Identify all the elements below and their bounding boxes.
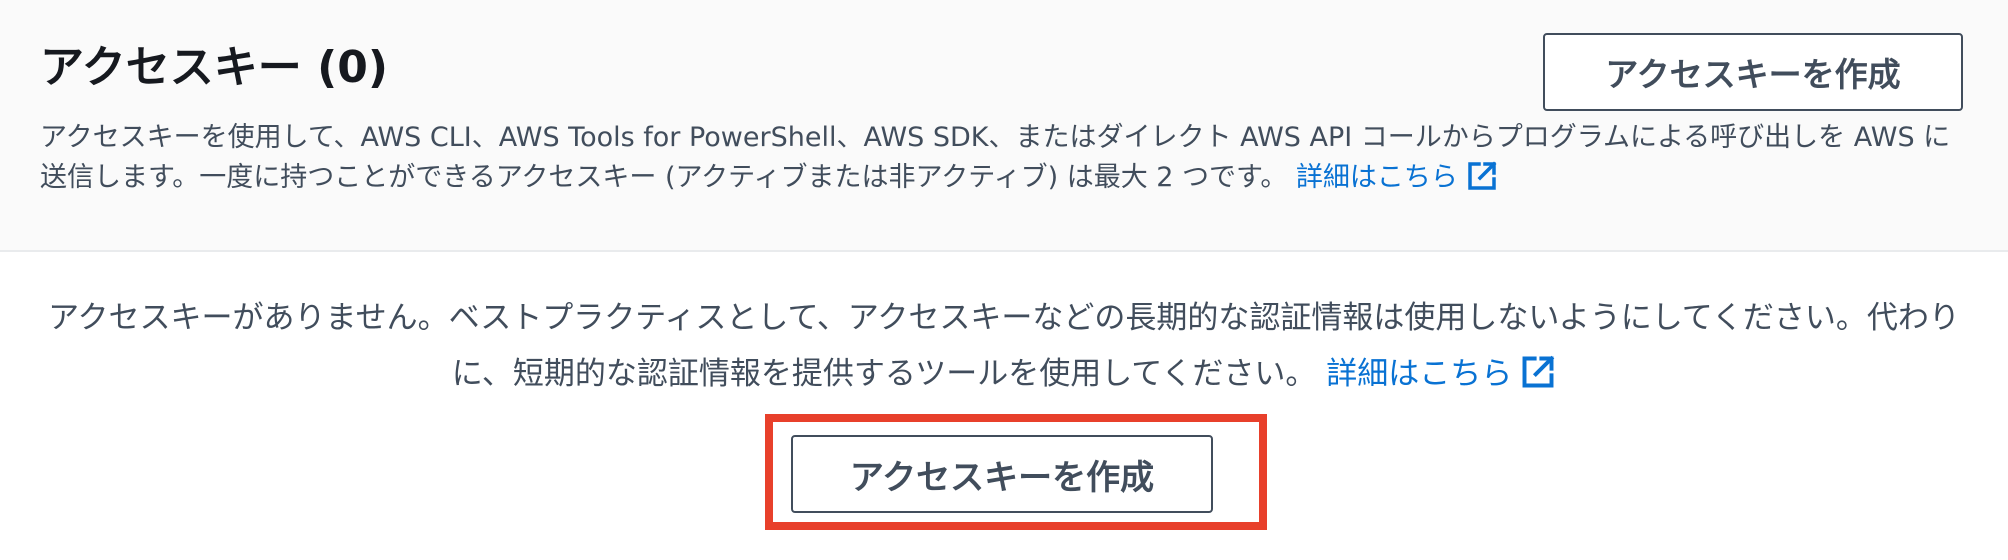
header-description: アクセスキーを使用して、AWS CLI、AWS Tools for PowerS… <box>40 118 1970 204</box>
header-learn-more-link[interactable]: 詳細はこちら <box>1295 161 1498 193</box>
header-description-text: アクセスキーを使用して、AWS CLI、AWS Tools for PowerS… <box>40 122 1951 193</box>
create-access-key-button[interactable]: アクセスキーを作成 <box>791 435 1213 513</box>
empty-state-message: アクセスキーがありません。ベストプラクティスとして、アクセスキーなどの長期的な認… <box>40 290 1968 408</box>
page-title: アクセスキー (0) <box>40 42 388 93</box>
external-link-icon <box>1520 352 1556 408</box>
empty-state-learn-more-link[interactable]: 詳細はこちら <box>1326 355 1556 392</box>
external-link-icon <box>1466 160 1498 204</box>
create-access-key-header-button[interactable]: アクセスキーを作成 <box>1543 33 1963 111</box>
empty-state-learn-more-label: 詳細はこちら <box>1326 356 1513 392</box>
header-learn-more-label: 詳細はこちら <box>1295 162 1458 193</box>
empty-state-text: アクセスキーがありません。ベストプラクティスとして、アクセスキーなどの長期的な認… <box>48 300 1960 392</box>
access-keys-header-panel: アクセスキー (0) アクセスキーを作成 アクセスキーを使用して、AWS CLI… <box>0 0 2008 252</box>
